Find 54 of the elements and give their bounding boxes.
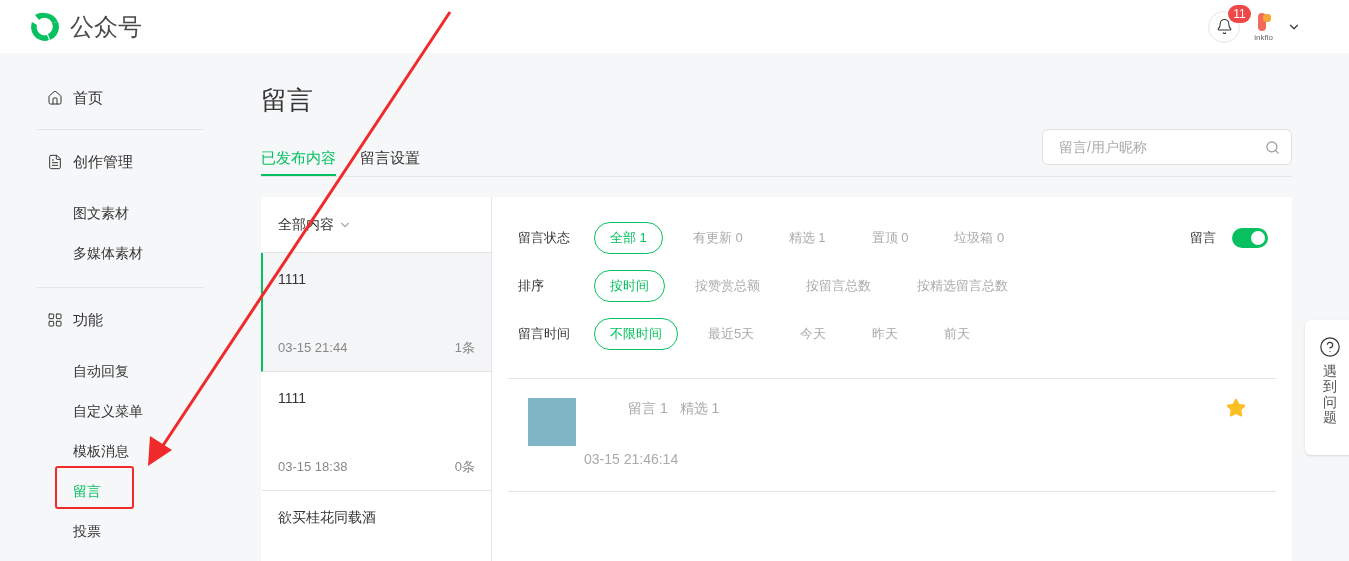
article-date: 03-15 21:44	[278, 338, 348, 357]
filter-option[interactable]: 精选 1	[772, 222, 842, 254]
article-title: 1111	[278, 389, 308, 408]
filter-option[interactable]: 昨天	[856, 318, 915, 350]
page-title: 留言	[261, 84, 314, 117]
help-icon	[1319, 336, 1341, 358]
help-text: 遇到问题	[1323, 364, 1337, 426]
toggle-label: 留言	[1190, 229, 1216, 247]
sidebar-item[interactable]: 图文素材	[37, 193, 204, 233]
section-icon	[47, 90, 63, 106]
star-icon[interactable]	[1226, 398, 1246, 418]
tab[interactable]: 已发布内容	[261, 146, 336, 176]
comment-stat: 留言 1	[628, 399, 668, 418]
comment-count: 1条	[454, 338, 475, 357]
comment-count: 0条	[454, 457, 475, 476]
filter-label: 排序	[518, 277, 545, 296]
article-item[interactable]: 1111 03-15 21:44 1条	[261, 253, 491, 372]
filter-label: 留言时间	[518, 325, 571, 344]
bell-icon	[1215, 18, 1233, 35]
filter-option[interactable]: 前天	[928, 318, 987, 350]
tab[interactable]: 留言设置	[360, 146, 420, 176]
sidebar-item[interactable]: 多媒体素材	[37, 233, 204, 273]
filter-option[interactable]: 置顶 0	[855, 222, 925, 254]
article-title: 1111	[278, 270, 308, 289]
section-icon	[47, 312, 63, 328]
filter-label: 留言状态	[518, 229, 571, 248]
article-date: 03-15 18:38	[278, 457, 348, 476]
app-title: 公众号	[70, 11, 142, 42]
filter-option[interactable]: 有更新 0	[676, 222, 759, 254]
search-icon	[1265, 140, 1280, 155]
sidebar-item[interactable]: 自定义菜单	[37, 391, 204, 431]
sidebar-section[interactable]: 首页	[37, 78, 204, 118]
sidebar-section[interactable]: 功能	[37, 300, 204, 340]
article-title: 欲买桂花同载酒	[278, 508, 377, 527]
section-icon	[47, 154, 63, 170]
sidebar-item[interactable]: 模板消息	[37, 431, 204, 471]
sidebar-item[interactable]: 投票	[37, 511, 204, 551]
account-name: inkflo	[1254, 33, 1273, 42]
sidebar-section[interactable]: 创作管理	[37, 142, 204, 182]
comment-time: 03-15 21:46:14	[584, 450, 680, 469]
filter-option[interactable]: 按精选留言总数	[901, 270, 1024, 302]
avatar-placeholder	[528, 398, 576, 446]
filter-option[interactable]: 按赞赏总额	[679, 270, 776, 302]
filter-option[interactable]: 最近5天	[692, 318, 771, 350]
filter-option[interactable]: 垃圾箱 0	[938, 222, 1021, 254]
comment-switch[interactable]	[1232, 228, 1268, 248]
notification-badge: 11	[1228, 4, 1251, 23]
help-panel[interactable]: 遇到问题	[1305, 320, 1349, 455]
filter-option[interactable]: 今天	[784, 318, 843, 350]
comment-stat: 精选 1	[679, 399, 720, 418]
sidebar-item[interactable]: 自动回复	[37, 351, 204, 391]
sidebar-item[interactable]: 留言	[37, 471, 204, 511]
search-field[interactable]: 留言/用户昵称	[1042, 129, 1292, 165]
filter-option[interactable]: 按留言总数	[790, 270, 887, 302]
